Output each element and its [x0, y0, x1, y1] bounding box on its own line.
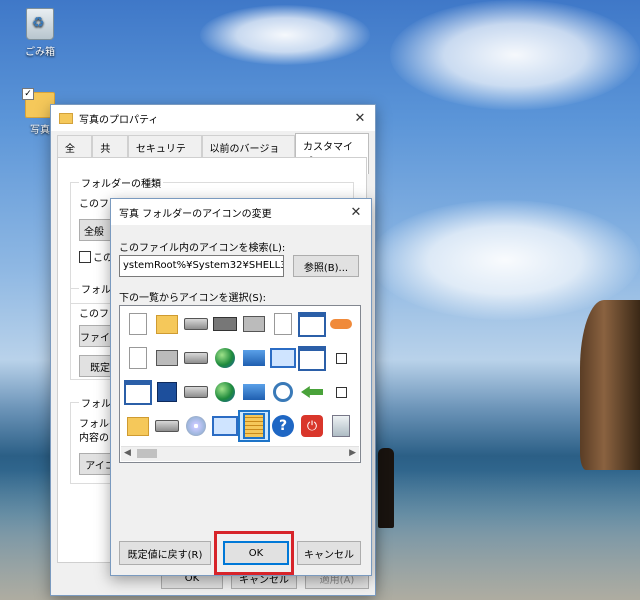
icon-option[interactable]	[211, 344, 239, 372]
rock-formation	[580, 300, 640, 470]
program-icon	[298, 345, 326, 371]
icon-option[interactable]	[269, 344, 297, 372]
cancel-button[interactable]: キャンセル	[297, 541, 361, 565]
icon-option[interactable]	[269, 310, 297, 338]
icon-file-path-input[interactable]: ystemRoot%¥System32¥SHELL32.dll	[119, 255, 284, 277]
group-legend: フォル	[79, 281, 113, 296]
ok-button-highlight	[214, 531, 294, 575]
recycle-bin-icon	[26, 8, 54, 40]
icon-option[interactable]	[240, 310, 268, 338]
sync-arrow-icon	[301, 386, 323, 398]
window-panel-icon	[298, 311, 326, 337]
scrollbar-thumb[interactable]	[137, 449, 157, 458]
shortcut-overlay-icon	[335, 352, 347, 364]
drive-delete-icon	[184, 386, 208, 398]
folder-icon	[156, 314, 178, 334]
desktop-select-checkbox[interactable]: ✓	[22, 88, 34, 100]
icon-label-2: 内容の	[79, 433, 109, 444]
icon-option[interactable]	[211, 412, 239, 440]
icon-option[interactable]	[124, 344, 152, 372]
icon-option[interactable]	[124, 412, 152, 440]
icon-option[interactable]	[182, 412, 210, 440]
close-icon[interactable]: ✕	[345, 105, 375, 131]
power-icon: ⏻	[301, 415, 323, 437]
apply-subfolders-checkbox[interactable]	[79, 251, 91, 263]
icon-list-label: 下の一覧からアイコンを選択(S):	[119, 293, 267, 304]
browse-button[interactable]: 参照(B)...	[293, 255, 359, 277]
icon-option[interactable]	[211, 378, 239, 406]
drive-icon	[155, 420, 179, 432]
icon-option[interactable]	[269, 378, 297, 406]
icon-option[interactable]	[327, 310, 355, 338]
change-icon-dialog: 写真 フォルダーのアイコンの変更 ✕ このファイル内のアイコンを検索(L): y…	[110, 198, 372, 576]
printer-icon	[243, 316, 265, 332]
title-bar: 写真 フォルダーのアイコンの変更 ✕	[111, 199, 371, 225]
disc-drive-icon	[186, 416, 206, 436]
icon-option[interactable]	[182, 310, 210, 338]
group-legend: フォル	[79, 395, 113, 410]
icon-option[interactable]	[124, 310, 152, 338]
cloud	[200, 5, 370, 65]
laptop-icon	[212, 416, 238, 436]
server-icon	[156, 350, 178, 366]
window-title: 写真のプロパティ	[79, 114, 159, 126]
icon-option[interactable]	[298, 344, 326, 372]
icon-option[interactable]	[153, 378, 181, 406]
icon-option[interactable]: ⏻	[298, 412, 326, 440]
icon-option[interactable]	[211, 310, 239, 338]
runner-figure	[378, 448, 394, 528]
scroll-right-icon[interactable]: ▶	[349, 448, 356, 458]
icon-list[interactable]: ? ⏻ ◀ ▶	[119, 305, 361, 463]
icon-option[interactable]	[240, 378, 268, 406]
hand-share-icon	[330, 319, 352, 329]
icon-option[interactable]	[153, 412, 181, 440]
notes-folder-icon	[243, 413, 265, 439]
network-drive-icon	[184, 352, 208, 364]
icon-option[interactable]	[327, 412, 355, 440]
close-icon[interactable]: ✕	[341, 199, 371, 225]
control-panel-icon	[270, 348, 296, 368]
window-icon	[124, 379, 152, 405]
icon-option[interactable]	[182, 378, 210, 406]
title-bar: 写真のプロパティ ✕	[51, 105, 375, 131]
clock-document-icon	[274, 313, 292, 335]
horizontal-scrollbar[interactable]: ◀ ▶	[121, 446, 359, 461]
icon-option[interactable]	[153, 344, 181, 372]
icon-option[interactable]	[327, 344, 355, 372]
icon-option[interactable]	[298, 310, 326, 338]
restore-default-button[interactable]: 既定値に戻す(R)	[119, 541, 211, 565]
icon-option[interactable]	[153, 310, 181, 338]
icon-option[interactable]	[238, 410, 270, 442]
chip-icon	[213, 317, 237, 331]
network-monitor-icon	[243, 350, 265, 366]
blank-document-icon	[129, 313, 147, 335]
icon-option[interactable]	[124, 378, 152, 406]
desktop-icon-label: ごみ箱	[25, 47, 55, 58]
icon-option[interactable]	[182, 344, 210, 372]
folder-icon	[127, 416, 149, 436]
help-icon: ?	[272, 415, 294, 437]
dialog-title: 写真 フォルダーのアイコンの変更	[119, 208, 272, 220]
search-icon	[273, 382, 293, 402]
globe-disc-icon	[215, 382, 235, 402]
icon-option[interactable]: ?	[269, 412, 297, 440]
search-label: このファイル内のアイコンを検索(L):	[119, 243, 286, 254]
icon-option[interactable]	[240, 344, 268, 372]
scroll-left-icon[interactable]: ◀	[124, 448, 131, 458]
floppy-icon	[157, 382, 177, 402]
icon-option[interactable]	[298, 378, 326, 406]
folder-icon	[59, 112, 73, 124]
desktop-icon-recycle-bin[interactable]: ごみ箱	[10, 8, 70, 58]
icon-option[interactable]	[327, 378, 355, 406]
cloud	[390, 0, 640, 110]
globe-icon	[215, 348, 235, 368]
text-document-icon	[129, 347, 147, 369]
group-legend: フォルダーの種類	[79, 175, 163, 190]
small-overlay-icon	[335, 386, 347, 398]
network-icon	[243, 384, 265, 400]
drive-icon	[184, 318, 208, 330]
recycle-bin-icon	[332, 415, 350, 437]
desktop-icon-label: 写真	[30, 125, 50, 136]
